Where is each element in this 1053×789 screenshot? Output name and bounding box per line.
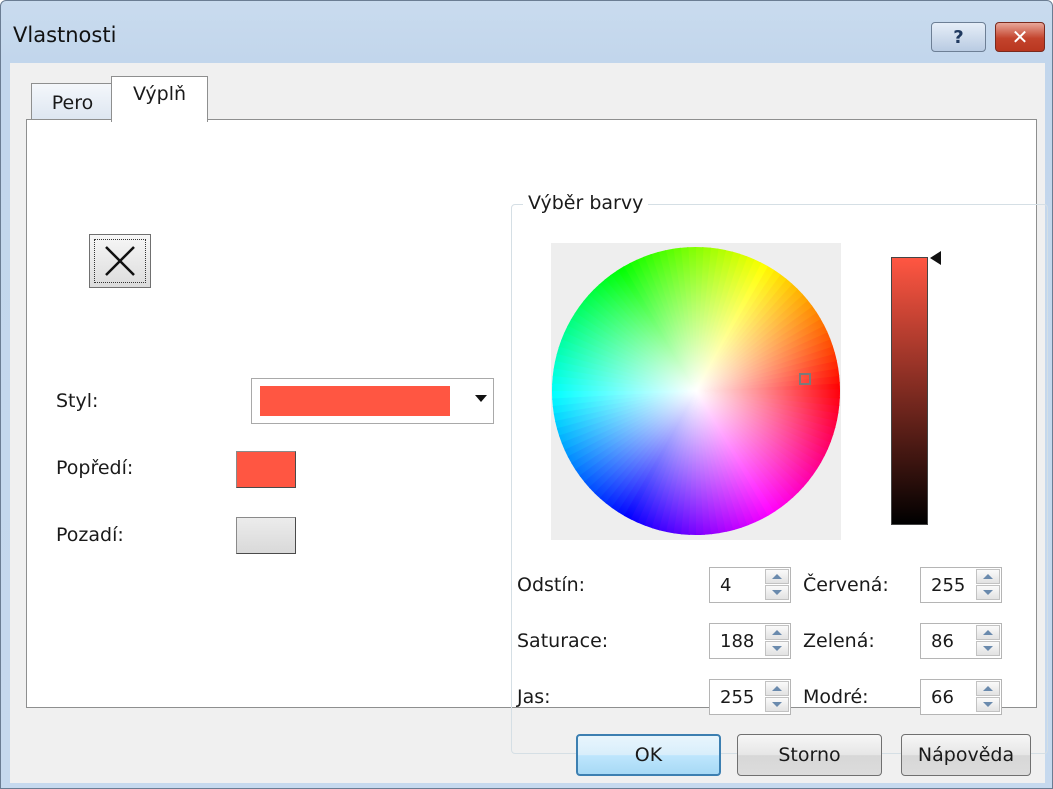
properties-dialog: Vlastnosti ? ✕ Pero Výplň Styl: Popředí:…	[0, 0, 1053, 789]
style-dropdown[interactable]	[251, 378, 494, 424]
brightness-stepper[interactable]: 255	[709, 679, 791, 715]
help-icon-button[interactable]: ?	[931, 22, 986, 52]
foreground-color-button[interactable]	[236, 451, 296, 488]
window-title: Vlastnosti	[13, 23, 117, 47]
blue-label: Modré:	[803, 686, 869, 708]
no-fill-icon	[94, 239, 146, 283]
brightness-slider[interactable]	[891, 257, 928, 525]
saturation-label: Saturace:	[517, 630, 609, 652]
background-label: Pozadí:	[56, 524, 124, 546]
brightness-value[interactable]: 255	[720, 687, 754, 708]
tab-pero[interactable]: Pero	[31, 83, 114, 120]
hue-value[interactable]: 4	[720, 575, 731, 596]
brightness-label: Jas:	[517, 686, 551, 708]
spin-down-icon[interactable]	[976, 585, 1000, 600]
red-label: Červená:	[803, 574, 889, 596]
spin-down-icon[interactable]	[765, 585, 789, 600]
help-button[interactable]: Nápověda	[901, 734, 1031, 776]
spin-up-icon[interactable]	[765, 681, 789, 696]
red-stepper[interactable]: 255	[920, 567, 1002, 603]
saturation-stepper[interactable]: 188	[709, 623, 791, 659]
dialog-client-area: Pero Výplň Styl: Popředí: Pozadí: Výběr …	[10, 63, 1048, 783]
spin-up-icon[interactable]	[976, 681, 1000, 696]
blue-value[interactable]: 66	[931, 687, 954, 708]
style-label: Styl:	[56, 390, 99, 412]
hue-label: Odstín:	[517, 574, 586, 596]
red-value[interactable]: 255	[931, 575, 965, 596]
brightness-pointer-icon[interactable]	[930, 251, 941, 265]
spin-up-icon[interactable]	[765, 625, 789, 640]
foreground-label: Popředí:	[56, 457, 134, 479]
title-bar: Vlastnosti ? ✕	[1, 1, 1052, 61]
color-wheel[interactable]	[551, 243, 841, 540]
spin-up-icon[interactable]	[976, 569, 1000, 584]
spin-down-icon[interactable]	[765, 697, 789, 712]
color-picker-title: Výběr barvy	[523, 192, 649, 214]
saturation-value[interactable]: 188	[720, 631, 754, 652]
spin-up-icon[interactable]	[976, 625, 1000, 640]
hue-stepper[interactable]: 4	[709, 567, 791, 603]
spin-down-icon[interactable]	[976, 641, 1000, 656]
style-swatch	[260, 386, 450, 416]
chevron-down-icon	[475, 395, 487, 402]
close-icon-button[interactable]: ✕	[995, 22, 1045, 52]
green-value[interactable]: 86	[931, 631, 954, 652]
tab-vypln[interactable]: Výplň	[111, 76, 208, 122]
background-color-button[interactable]	[236, 517, 296, 554]
green-label: Zelená:	[803, 630, 875, 652]
spin-down-icon[interactable]	[976, 697, 1000, 712]
green-stepper[interactable]: 86	[920, 623, 1002, 659]
no-fill-button[interactable]	[89, 234, 151, 288]
blue-stepper[interactable]: 66	[920, 679, 1002, 715]
ok-button[interactable]: OK	[576, 734, 721, 776]
spin-down-icon[interactable]	[765, 641, 789, 656]
fill-tab-panel: Styl: Popředí: Pozadí: Výběr barvy Odstí…	[26, 119, 1048, 754]
spin-up-icon[interactable]	[765, 569, 789, 584]
cancel-button[interactable]: Storno	[737, 734, 882, 776]
